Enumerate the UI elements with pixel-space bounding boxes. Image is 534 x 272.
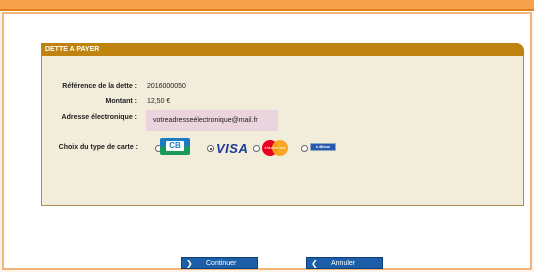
visa-card-icon[interactable]: VISA — [216, 141, 248, 156]
amount-value: 12,50 € — [146, 98, 171, 105]
continue-button[interactable]: ❯ Continuer — [181, 257, 258, 269]
email-label-row: Adresse électronique : — [42, 114, 137, 121]
cb-card-icon[interactable]: CB — [160, 138, 190, 155]
mastercard-card-icon[interactable]: MasterCard — [262, 140, 288, 156]
page: DETTE A PAYER Référence de la dette : 20… — [0, 0, 534, 272]
card-type-row: Choix du type de carte : — [41, 144, 138, 151]
panel-title: DETTE A PAYER — [41, 43, 524, 56]
amount-label: Montant : — [105, 98, 138, 105]
cancel-button[interactable]: ❮ Annuler — [306, 257, 383, 269]
reference-label: Référence de la dette : — [62, 83, 137, 90]
continue-label: Continuer — [206, 260, 237, 267]
email-label: Adresse électronique : — [61, 114, 137, 121]
amount-row: Montant : 12,50 € — [42, 98, 171, 105]
debt-panel: DETTE A PAYER Référence de la dette : 20… — [41, 43, 524, 206]
content-frame: DETTE A PAYER Référence de la dette : 20… — [2, 12, 532, 270]
chevron-left-icon: ❮ — [311, 259, 318, 268]
top-orange-bar — [0, 0, 534, 11]
radio-mastercard[interactable] — [253, 145, 260, 152]
radio-eblue[interactable] — [301, 145, 308, 152]
card-type-label: Choix du type de carte : — [58, 144, 138, 151]
chevron-right-icon: ❯ — [186, 259, 193, 268]
cb-text: CB — [166, 141, 184, 151]
cancel-label: Annuler — [331, 260, 356, 267]
reference-value: 2016000050 — [146, 83, 186, 90]
radio-visa[interactable] — [207, 145, 214, 152]
reference-row: Référence de la dette : 2016000050 — [42, 83, 186, 90]
email-field[interactable]: votreadresseélectronique@mail.fr — [146, 110, 278, 131]
mastercard-text: MasterCard — [264, 145, 286, 150]
eblue-card-icon[interactable]: e-Bleue — [310, 143, 336, 151]
